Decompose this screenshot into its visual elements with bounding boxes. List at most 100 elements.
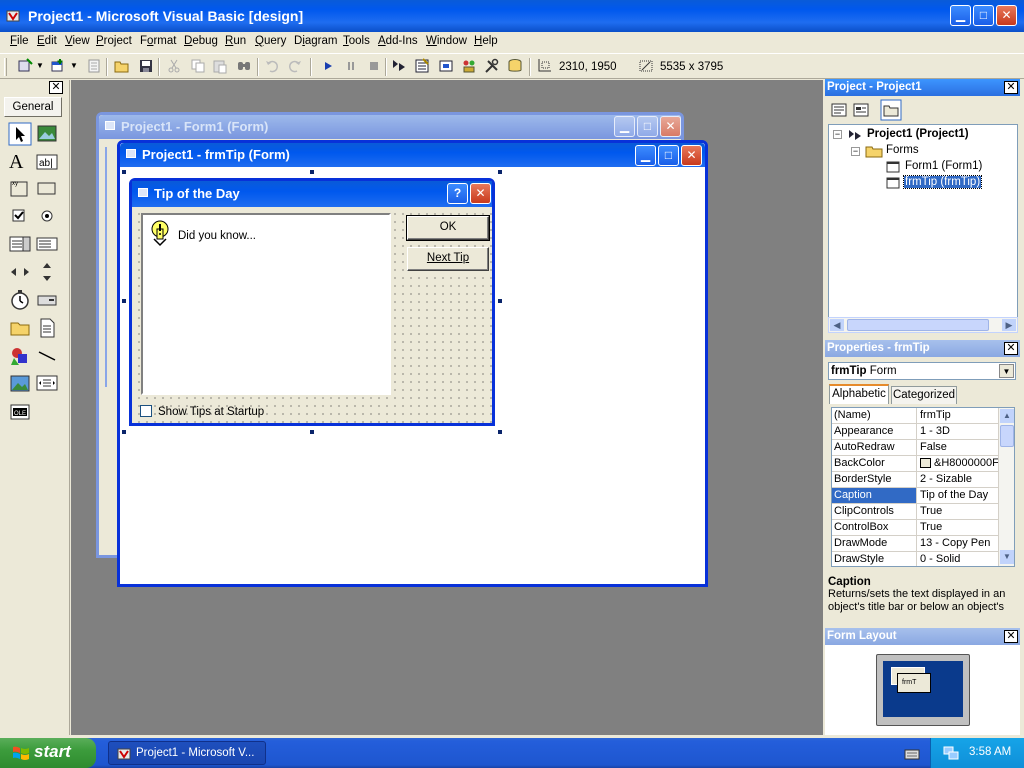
dirlistbox-tool-icon[interactable] xyxy=(8,316,32,340)
project-panel-title-bar[interactable]: Project - Project1 xyxy=(825,79,1020,96)
menu-help[interactable]: Help xyxy=(474,35,498,47)
tree-frmtip[interactable]: frmTip (frmTip) xyxy=(902,175,983,189)
menu-diagram[interactable]: Diagram xyxy=(294,35,337,47)
toolbox-close-icon[interactable]: ✕ xyxy=(49,81,63,94)
listbox-tool-icon[interactable] xyxy=(35,232,59,256)
property-row[interactable]: DrawStyle 0 - Solid xyxy=(832,552,999,566)
toolbar-grip[interactable] xyxy=(4,58,7,76)
add-form-dropdown-icon[interactable]: ▼ xyxy=(70,61,78,70)
tip-panel[interactable]: Did you know... xyxy=(141,213,391,395)
ok-button[interactable]: OK xyxy=(406,215,490,241)
project-tree[interactable]: − Project1 (Project1) − Forms Form1 (For… xyxy=(828,124,1018,318)
cut-icon[interactable] xyxy=(166,58,182,74)
menu-run[interactable]: Run xyxy=(225,35,246,47)
object-browser-icon[interactable] xyxy=(461,58,477,74)
hscrollbar-tool-icon[interactable] xyxy=(8,260,32,284)
scroll-down-icon[interactable]: ▼ xyxy=(1000,550,1014,564)
resize-handle[interactable] xyxy=(309,429,315,435)
resize-handle[interactable] xyxy=(121,298,127,304)
copy-icon[interactable] xyxy=(190,58,206,74)
redo-icon[interactable] xyxy=(287,58,303,74)
add-project-icon[interactable] xyxy=(17,58,33,74)
tip-title-bar[interactable]: Tip of the Day ? ✕ xyxy=(132,181,492,207)
scroll-thumb[interactable] xyxy=(1000,425,1014,447)
end-icon[interactable] xyxy=(366,58,382,74)
project-tree-hscrollbar[interactable]: ◀ ▶ xyxy=(828,317,1018,333)
menu-tools[interactable]: Tools xyxy=(343,35,370,47)
label-tool-icon[interactable]: A xyxy=(9,151,23,174)
close-button[interactable]: ✕ xyxy=(996,5,1017,26)
menu-editor-icon[interactable] xyxy=(86,58,102,74)
tip-help-button[interactable]: ? xyxy=(447,183,468,204)
open-folder-icon[interactable] xyxy=(114,58,130,74)
object-selector[interactable]: frmTip Form ▼ xyxy=(828,362,1016,380)
property-row[interactable]: AutoRedraw False xyxy=(832,440,999,456)
tree-form1[interactable]: Form1 (Form1) xyxy=(905,160,982,172)
break-icon[interactable] xyxy=(343,58,359,74)
menu-format[interactable]: Format xyxy=(140,35,176,47)
object-selector-dropdown-icon[interactable]: ▼ xyxy=(999,364,1014,378)
frmtip-maximize-button[interactable]: □ xyxy=(658,145,679,166)
view-object-icon[interactable] xyxy=(852,101,870,119)
frame-tool-icon[interactable]: xy xyxy=(8,176,32,200)
tip-of-the-day-form[interactable]: Tip of the Day ? ✕ Did you know... OK Ne… xyxy=(129,178,495,426)
frmtip-title-bar[interactable]: Project1 - frmTip (Form) ▁ □ ✕ xyxy=(120,143,705,167)
resize-handle[interactable] xyxy=(121,169,127,175)
property-row[interactable]: ControlBox True xyxy=(832,520,999,536)
property-row[interactable]: BorderStyle 2 - Sizable xyxy=(832,472,999,488)
properties-window-icon[interactable] xyxy=(414,58,430,74)
properties-panel-title-bar[interactable]: Properties - frmTip xyxy=(825,340,1020,357)
keyboard-tray-icon[interactable] xyxy=(904,747,920,761)
form1-minimize-button[interactable]: ▁ xyxy=(614,116,635,137)
properties-grid[interactable]: (Name) frmTip Appearance 1 - 3D AutoRedraw… xyxy=(831,407,1015,567)
show-tips-checkbox[interactable]: Show Tips at Startup xyxy=(140,405,264,418)
toolbox-icon[interactable] xyxy=(484,58,500,74)
tree-project-root[interactable]: Project1 (Project1) xyxy=(867,128,969,140)
commandbutton-tool-icon[interactable] xyxy=(35,176,59,200)
data-view-icon[interactable] xyxy=(507,58,523,74)
menu-file[interactable]: File xyxy=(10,35,29,47)
menu-query[interactable]: Query xyxy=(255,35,286,47)
combobox-tool-icon[interactable] xyxy=(8,232,32,256)
data-tool-icon[interactable] xyxy=(35,372,59,396)
find-icon[interactable] xyxy=(236,58,252,74)
tab-categorized[interactable]: Categorized xyxy=(891,386,957,404)
property-row[interactable]: ClipControls True xyxy=(832,504,999,520)
undo-icon[interactable] xyxy=(264,58,280,74)
shape-tool-icon[interactable] xyxy=(8,344,32,368)
checkbox-tool-icon[interactable] xyxy=(8,204,32,228)
ole-tool-icon[interactable]: OLE xyxy=(8,400,32,424)
save-icon[interactable] xyxy=(138,58,154,74)
menu-debug[interactable]: Debug xyxy=(184,35,218,47)
scroll-right-icon[interactable]: ▶ xyxy=(1002,319,1016,331)
checkbox-box[interactable] xyxy=(140,405,152,417)
frmtip-minimize-button[interactable]: ▁ xyxy=(635,145,656,166)
resize-handle[interactable] xyxy=(497,169,503,175)
toggle-folders-icon[interactable] xyxy=(880,99,902,121)
frmtip-thumbnail[interactable]: frmT xyxy=(897,673,931,693)
image-tool-icon[interactable] xyxy=(8,372,32,396)
property-row[interactable]: (Name) frmTip xyxy=(832,408,999,424)
tree-forms-folder[interactable]: Forms xyxy=(886,144,919,156)
menu-project[interactable]: Project xyxy=(96,35,132,47)
properties-vscrollbar[interactable]: ▲ ▼ xyxy=(998,408,1014,566)
add-project-dropdown-icon[interactable]: ▼ xyxy=(36,61,44,70)
maximize-button[interactable]: □ xyxy=(973,5,994,26)
main-title-bar[interactable]: Project1 - Microsoft Visual Basic [desig… xyxy=(0,0,1024,32)
menu-window[interactable]: Window xyxy=(426,35,467,47)
tree-collapse-icon[interactable]: − xyxy=(851,147,860,156)
network-tray-icon[interactable] xyxy=(943,745,959,761)
view-code-icon[interactable] xyxy=(830,101,848,119)
scroll-thumb[interactable] xyxy=(847,319,989,331)
form-layout-title-bar[interactable]: Form Layout xyxy=(825,628,1020,645)
picturebox-tool-icon[interactable] xyxy=(35,122,59,146)
timer-tool-icon[interactable] xyxy=(8,288,32,312)
textbox-tool-icon[interactable]: ab| xyxy=(35,150,59,174)
resize-handle[interactable] xyxy=(497,298,503,304)
scroll-up-icon[interactable]: ▲ xyxy=(1000,409,1014,423)
form1-maximize-button[interactable]: □ xyxy=(637,116,658,137)
property-row[interactable]: Appearance 1 - 3D xyxy=(832,424,999,440)
project-explorer-icon[interactable] xyxy=(391,58,407,74)
start-button[interactable]: start xyxy=(0,738,96,768)
next-tip-button[interactable]: Next Tip xyxy=(407,247,489,271)
